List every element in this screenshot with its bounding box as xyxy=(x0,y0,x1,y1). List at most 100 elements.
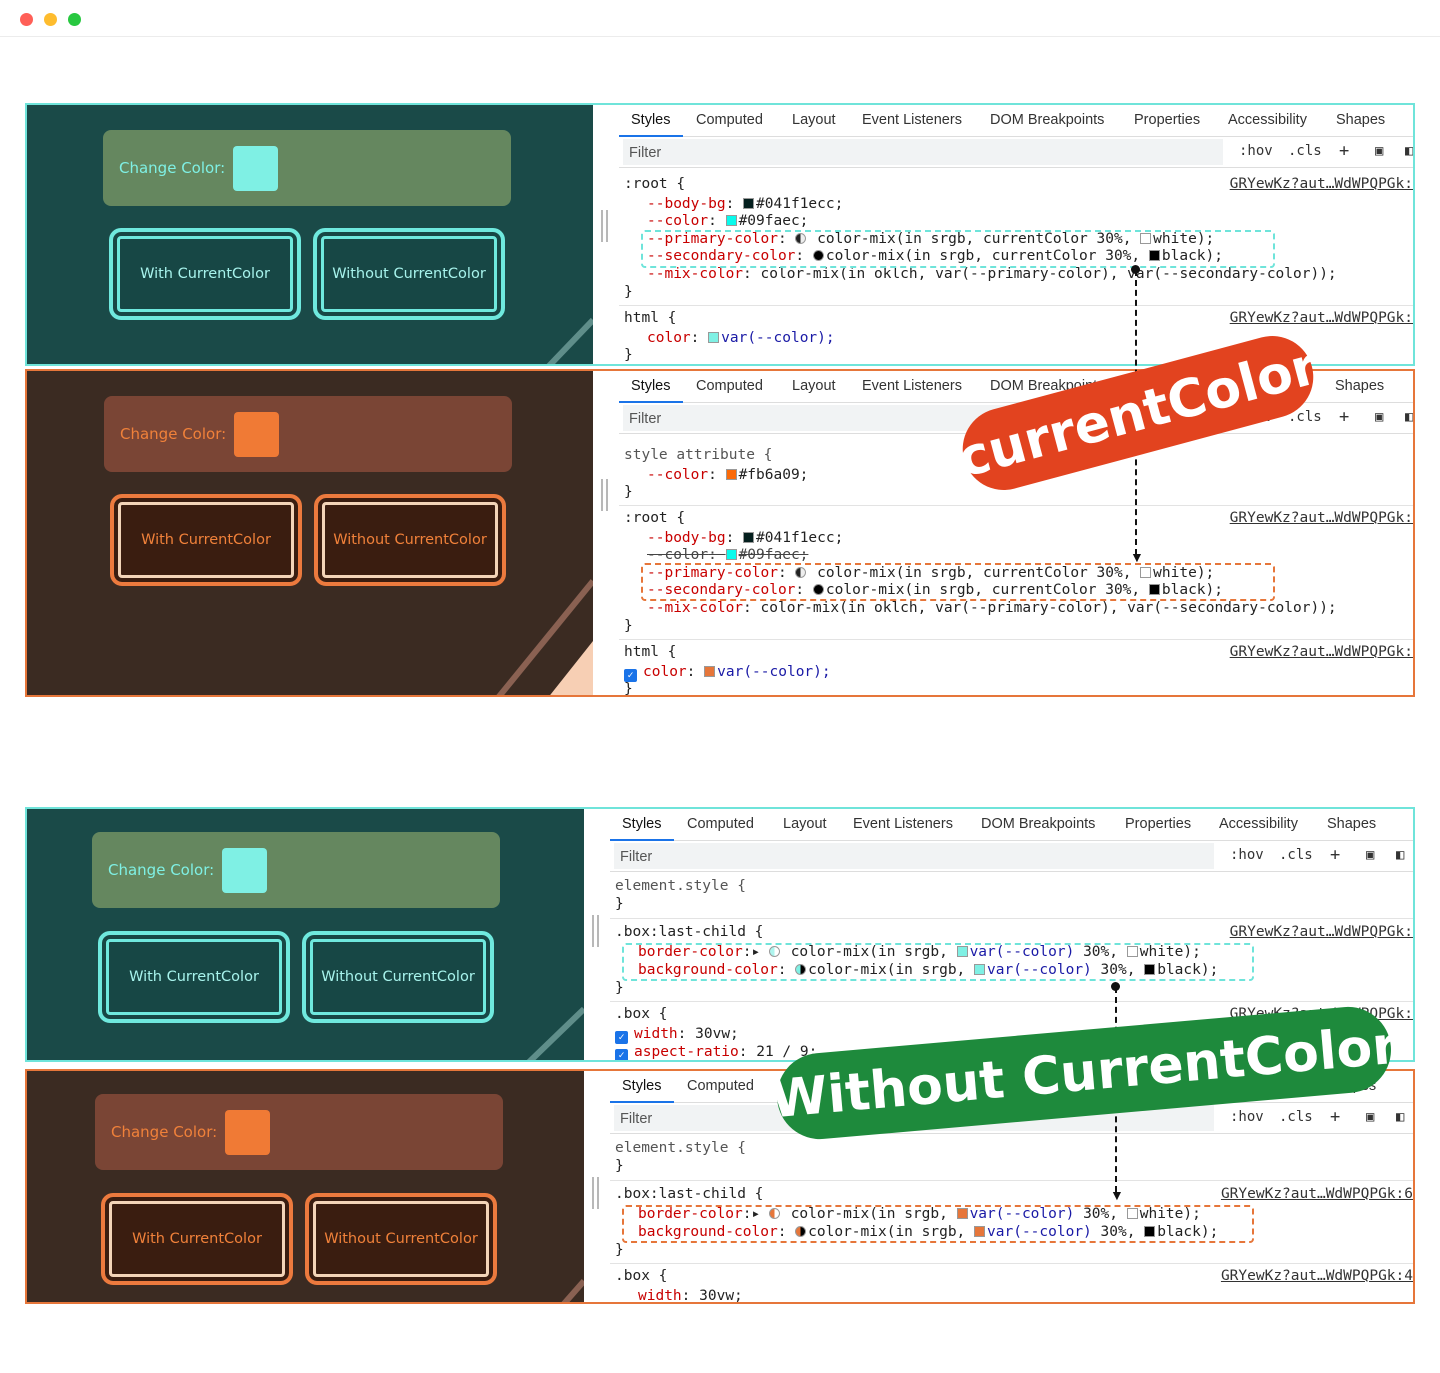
tab-event-listeners[interactable]: Event Listeners xyxy=(862,378,962,394)
tab-dom-breakpoints[interactable]: DOM Breakpoints xyxy=(981,816,1095,832)
sidebar-toggle-icon[interactable]: ◧ xyxy=(1396,1109,1404,1125)
prop-color: --color xyxy=(647,213,709,229)
tab-dom-breakpoints[interactable]: DOM Breakpoints xyxy=(990,112,1104,128)
tab-event-listeners[interactable]: Event Listeners xyxy=(862,112,962,128)
close-window-button[interactable] xyxy=(20,13,33,26)
tab-computed[interactable]: Computed xyxy=(696,112,763,128)
new-rule-icon[interactable]: + xyxy=(1330,845,1340,865)
prop-aspect-ratio: aspect-ratio xyxy=(634,1044,739,1060)
color-swatch[interactable] xyxy=(725,469,737,480)
color-swatch[interactable] xyxy=(725,215,737,226)
source-link[interactable]: GRYewKz?aut…WdWPQPGk: xyxy=(1230,924,1413,940)
resize-handle[interactable] xyxy=(592,1177,599,1209)
prop-mix-color: --mix-color xyxy=(647,266,744,282)
color-swatch[interactable] xyxy=(725,549,737,560)
val-width: 30vw; xyxy=(695,1026,739,1042)
tab-accessibility[interactable]: Accessibility xyxy=(1219,816,1298,832)
maximize-window-button[interactable] xyxy=(68,13,81,26)
demo-preview: Change Color: With CurrentColor Without … xyxy=(27,371,593,695)
tab-computed[interactable]: Computed xyxy=(696,378,763,394)
page: { "window": {"traffic_lights": ["#ff5f57… xyxy=(0,0,1440,1373)
tab-properties[interactable]: Properties xyxy=(1125,816,1191,832)
property-checkbox[interactable]: ✓ xyxy=(615,1031,628,1044)
rule-close: } xyxy=(615,980,624,996)
color-swatch[interactable] xyxy=(704,666,716,677)
hov-toggle[interactable]: :hov xyxy=(1239,143,1273,159)
resize-handle[interactable] xyxy=(601,210,608,242)
source-link[interactable]: GRYewKz?aut…WdWPQPGk: xyxy=(1230,176,1413,192)
cls-toggle[interactable]: .cls xyxy=(1279,847,1313,863)
devtools-tabs: Styles Computed Layout Event Listeners D… xyxy=(619,105,1413,137)
source-link[interactable]: GRYewKz?aut…WdWPQPGk: xyxy=(1230,644,1413,660)
val-body-bg: #041f1ecc; xyxy=(756,530,844,546)
decorative-diagonal xyxy=(561,1279,584,1302)
color-swatch[interactable] xyxy=(743,198,755,209)
new-rule-icon[interactable]: + xyxy=(1330,1107,1340,1127)
tab-styles[interactable]: Styles xyxy=(622,816,662,832)
rule-separator xyxy=(619,639,1413,640)
paint-icon[interactable]: ▣ xyxy=(1366,847,1374,863)
selector-element-style: element.style { xyxy=(615,878,746,894)
sidebar-toggle-icon[interactable]: ◧ xyxy=(1396,847,1404,863)
new-rule-icon[interactable]: + xyxy=(1339,141,1349,161)
paint-icon[interactable]: ▣ xyxy=(1366,1109,1374,1125)
source-link[interactable]: GRYewKz?aut…WdWPQPGk:6 xyxy=(1221,1186,1413,1202)
source-link[interactable]: GRYewKz?aut…WdWPQPGk: xyxy=(1230,310,1413,326)
hov-toggle[interactable]: :hov xyxy=(1230,847,1264,863)
prop-body-bg: --body-bg xyxy=(647,530,726,546)
source-link[interactable]: GRYewKz?aut…WdWPQPGk:4 xyxy=(1221,1268,1413,1284)
screenshot-teal-currentcolor: Change Color: With CurrentColor Without … xyxy=(25,103,1415,366)
active-tab-indicator xyxy=(610,839,674,841)
annotation-arrow-dot xyxy=(1111,982,1120,991)
tab-layout[interactable]: Layout xyxy=(792,378,836,394)
cls-toggle[interactable]: .cls xyxy=(1279,1109,1313,1125)
tab-computed[interactable]: Computed xyxy=(687,1078,754,1094)
tab-accessibility[interactable]: Accessibility xyxy=(1228,112,1307,128)
hov-toggle[interactable]: :hov xyxy=(1230,1109,1264,1125)
val-color: #fb6a09; xyxy=(738,467,809,483)
rule-close: } xyxy=(624,347,633,363)
tab-layout[interactable]: Layout xyxy=(783,816,827,832)
resize-handle[interactable] xyxy=(592,915,599,947)
tab-computed[interactable]: Computed xyxy=(687,816,754,832)
rule-separator xyxy=(610,1180,1413,1181)
rule-close: } xyxy=(624,284,633,300)
tab-event-listeners[interactable]: Event Listeners xyxy=(853,816,953,832)
resize-handle[interactable] xyxy=(601,479,608,511)
color-swatch[interactable] xyxy=(743,532,755,543)
prop-width: width xyxy=(634,1026,678,1042)
tab-layout[interactable]: Layout xyxy=(792,112,836,128)
highlight-box xyxy=(622,943,1254,981)
selector-style-attribute: style attribute { xyxy=(624,447,773,463)
decorative-diagonal xyxy=(526,1006,584,1060)
active-tab-indicator xyxy=(610,1101,674,1103)
new-rule-icon[interactable]: + xyxy=(1339,407,1349,427)
tab-shapes[interactable]: Shapes xyxy=(1336,112,1385,128)
tab-styles[interactable]: Styles xyxy=(622,1078,662,1094)
tab-styles[interactable]: Styles xyxy=(631,112,671,128)
tab-styles[interactable]: Styles xyxy=(631,378,671,394)
paint-icon[interactable]: ▣ xyxy=(1375,143,1383,159)
rule-close: } xyxy=(615,1242,624,1258)
tab-shapes[interactable]: Shapes xyxy=(1335,378,1384,394)
rule-close: } xyxy=(615,896,624,912)
filter-input[interactable]: Filter xyxy=(614,843,1214,869)
tab-shapes[interactable]: Shapes xyxy=(1327,816,1376,832)
minimize-window-button[interactable] xyxy=(44,13,57,26)
selector-root: :root { xyxy=(624,176,686,192)
source-link[interactable]: GRYewKz?aut…WdWPQPGk: xyxy=(1230,510,1413,526)
selector-html: html { xyxy=(624,644,677,660)
tab-properties[interactable]: Properties xyxy=(1134,112,1200,128)
color-swatch[interactable] xyxy=(708,332,720,343)
highlight-box xyxy=(641,230,1275,268)
val-mix-color: color-mix(in oklch, var(--primary-color)… xyxy=(760,266,1337,282)
sidebar-toggle-icon[interactable]: ◧ xyxy=(1405,143,1413,159)
cls-toggle[interactable]: .cls xyxy=(1288,143,1322,159)
paint-icon[interactable]: ▣ xyxy=(1375,409,1383,425)
selector-root: :root { xyxy=(624,510,686,526)
property-checkbox[interactable]: ✓ xyxy=(615,1049,628,1060)
selector-box-last-child: .box:last-child { xyxy=(615,1186,764,1202)
decorative-diagonal xyxy=(546,317,593,364)
sidebar-toggle-icon[interactable]: ◧ xyxy=(1405,409,1413,425)
filter-input[interactable]: Filter xyxy=(623,139,1223,165)
